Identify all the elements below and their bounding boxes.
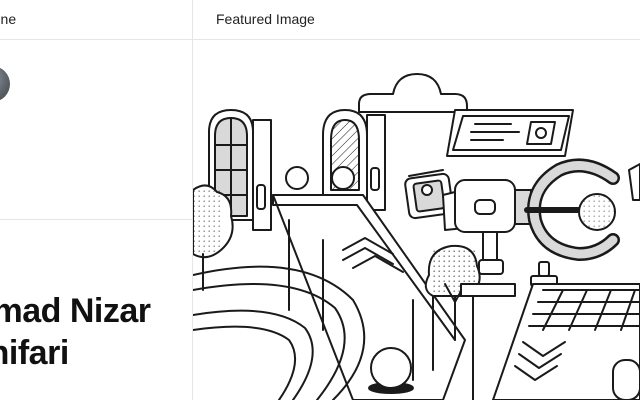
tiled-ramp-icon bbox=[492, 283, 640, 400]
featured-image-panel: Featured Image bbox=[193, 0, 640, 400]
ball-icon bbox=[285, 166, 309, 190]
author-name-line2: Ulinnuur Ghifari bbox=[0, 334, 69, 372]
author-name: Muhammad Nizar Ulinnuur Ghifari bbox=[0, 290, 151, 374]
author-name-line1: Muhammad Nizar bbox=[0, 292, 151, 330]
byline-panel: Byline Muhammad Nizar Ulinnuur Ghifari bbox=[0, 0, 193, 400]
ball-icon bbox=[368, 347, 414, 394]
byline-header: Byline bbox=[0, 0, 192, 40]
slide-ramp-icon bbox=[272, 194, 466, 400]
ball-icon bbox=[331, 166, 355, 190]
magnet-icon bbox=[524, 158, 640, 261]
byline-label: Byline bbox=[0, 11, 17, 27]
featured-image-label: Featured Image bbox=[216, 11, 315, 27]
section-divider bbox=[0, 219, 192, 220]
sign-icon bbox=[446, 109, 574, 157]
author-avatar[interactable] bbox=[0, 66, 10, 102]
featured-illustration[interactable] bbox=[193, 40, 640, 400]
cloud-icon bbox=[358, 73, 468, 113]
featured-image-header: Featured Image bbox=[193, 0, 640, 40]
